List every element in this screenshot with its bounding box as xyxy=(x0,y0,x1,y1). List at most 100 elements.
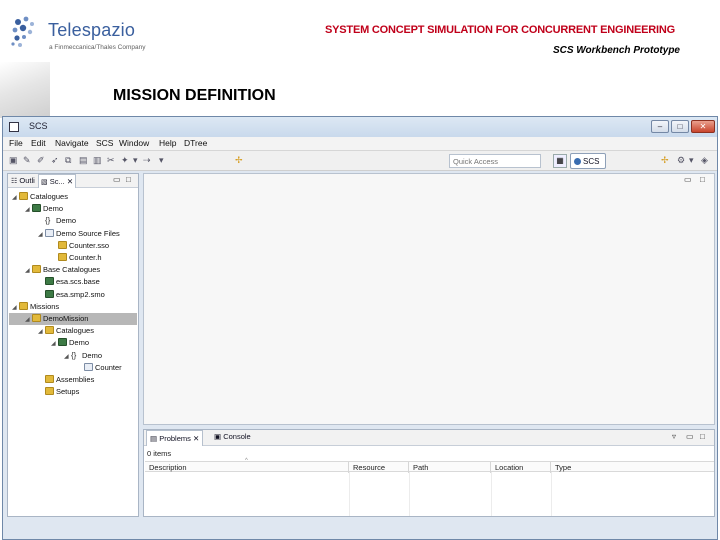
tree-toggle-icon[interactable]: ◢ xyxy=(12,302,19,314)
run-icon[interactable]: ➶ xyxy=(51,155,59,166)
tab-console[interactable]: ▣ Console xyxy=(214,432,251,441)
save-icon[interactable]: ▣ xyxy=(9,155,18,166)
panel-minimize-icon[interactable]: ▭ xyxy=(686,432,694,441)
delete-icon[interactable]: ▥ xyxy=(93,155,102,166)
file-icon xyxy=(45,228,54,237)
problems-icon: ▤ xyxy=(150,434,158,443)
menu-edit[interactable]: Edit xyxy=(31,138,46,148)
outline-icon: ☷ xyxy=(11,178,18,185)
section-title: MISSION DEFINITION xyxy=(113,87,276,104)
tree-item-label: Counter.sso xyxy=(69,240,110,250)
menu-scs[interactable]: SCS xyxy=(96,138,113,148)
tree-item[interactable]: ◢ Demo xyxy=(51,337,89,349)
tree-item-label: Demo xyxy=(69,338,90,348)
tree-item[interactable]: esa.smp2.smo xyxy=(38,289,105,301)
tree-item[interactable]: ◢ Catalogues xyxy=(38,325,94,337)
tree-item-label: Counter xyxy=(95,362,122,372)
status-bar xyxy=(3,519,717,539)
tree-item[interactable]: ◢ DemoMission xyxy=(9,313,137,325)
paste-icon[interactable]: ▤ xyxy=(79,155,88,166)
more-icon[interactable]: ◈ xyxy=(701,155,708,166)
tree-item[interactable]: ◢ Missions xyxy=(12,301,59,313)
quick-access-input[interactable] xyxy=(449,154,541,168)
tree-toggle-icon[interactable]: ◢ xyxy=(64,351,71,363)
tree-item-label: Counter.h xyxy=(69,253,102,262)
logo-name: Telespazio xyxy=(48,20,136,40)
column-resource[interactable]: Resource xyxy=(349,462,409,473)
column-path[interactable]: Path xyxy=(409,462,491,473)
history-dropdown-icon[interactable]: ▾ xyxy=(159,155,164,166)
tab-problems[interactable]: ▤ Problems ✕ xyxy=(146,430,204,446)
tree-item[interactable]: ◢ Demo xyxy=(25,203,63,215)
tree-item[interactable]: ◢ Demo Source Files xyxy=(38,228,120,240)
window-titlebar[interactable]: SCS – □ ✕ xyxy=(3,117,717,137)
edit-icon[interactable]: ✐ xyxy=(37,155,45,166)
tree-toggle-icon[interactable]: ◢ xyxy=(25,204,32,216)
folder-icon xyxy=(32,265,41,274)
tree-item-label: Assemblies xyxy=(56,375,95,384)
tree-panel: ☷ Outli ▧ Sc... ✕ ▭ □ ◢ Catalogues ◢ Demo {}… xyxy=(7,173,139,517)
tree-item[interactable]: Assemblies xyxy=(38,374,94,386)
editor-minimize-icon[interactable]: ▭ xyxy=(684,175,692,184)
build-icon[interactable]: ✂ xyxy=(107,155,115,166)
column-type[interactable]: Type xyxy=(551,462,611,473)
close-button[interactable]: ✕ xyxy=(691,120,715,133)
tree-item[interactable]: Counter.sso xyxy=(51,240,109,252)
editor-maximize-icon[interactable]: □ xyxy=(700,175,705,184)
minimize-view-icon[interactable]: ▭ xyxy=(113,175,121,184)
pin-icon[interactable]: ✢ xyxy=(235,155,243,166)
perspective-scs-button[interactable]: SCS xyxy=(570,153,606,169)
console-icon: ▣ xyxy=(214,432,222,441)
tree-item[interactable]: ◢ Catalogues xyxy=(12,191,68,203)
tree-item[interactable]: esa.scs.base xyxy=(38,276,100,288)
tree-item-label: esa.scs.base xyxy=(56,277,100,287)
folder-icon xyxy=(19,301,28,310)
slide-subtitle: SCS Workbench Prototype xyxy=(552,45,680,56)
new-icon[interactable]: ✎ xyxy=(23,155,31,166)
editor-area: ▭ □ xyxy=(143,173,715,425)
back-icon[interactable]: ⇢ xyxy=(143,155,151,166)
copy-icon[interactable]: ⧉ xyxy=(65,155,71,166)
folder-icon xyxy=(45,375,54,383)
dropdown-icon[interactable]: ▾ xyxy=(133,155,138,166)
tree-item[interactable]: Counter.h xyxy=(51,252,102,264)
tree-item-label: Demo xyxy=(82,350,103,360)
forward-icon[interactable]: ✦ xyxy=(121,155,129,166)
problems-panel: ▤ Problems ✕ ▣ Console ▿ ▭ □ 0 items Des… xyxy=(143,429,715,517)
maximize-view-icon[interactable]: □ xyxy=(126,175,131,184)
sort-ascending-icon: ^ xyxy=(245,458,248,464)
tree-item[interactable]: ◢{} Demo xyxy=(64,350,102,362)
settings-dropdown-icon[interactable]: ▾ xyxy=(689,155,694,166)
tab-scs[interactable]: ▧ Sc... ✕ xyxy=(38,174,77,188)
tree-item[interactable]: {} Demo xyxy=(38,215,76,227)
maximize-button[interactable]: □ xyxy=(671,120,689,133)
problems-table-header: Description ^ Resource Path Location Typ… xyxy=(145,458,714,473)
menu-dtree[interactable]: DTree xyxy=(184,138,207,148)
tree-item[interactable]: Setups xyxy=(38,386,79,398)
menu-window[interactable]: Window xyxy=(119,138,149,148)
items-count: 0 items xyxy=(147,449,172,458)
view-menu-icon[interactable]: ▿ xyxy=(672,432,676,441)
db-icon xyxy=(45,289,54,298)
open-perspective-icon[interactable]: ▦ xyxy=(553,154,567,168)
column-location[interactable]: Location xyxy=(491,462,551,473)
tab-outline[interactable]: ☷ Outli xyxy=(11,176,35,185)
tree-item[interactable]: Counter xyxy=(77,362,122,374)
tree-toggle-icon[interactable]: ◢ xyxy=(12,192,19,204)
tree-item-label: Catalogues xyxy=(56,326,94,336)
tree-toggle-icon[interactable]: ◢ xyxy=(38,326,45,338)
menu-navigate[interactable]: Navigate xyxy=(55,138,89,148)
tree-toggle-icon[interactable]: ◢ xyxy=(25,265,32,277)
tree-toggle-icon[interactable]: ◢ xyxy=(25,314,32,326)
db-icon xyxy=(32,204,41,213)
tools-icon[interactable]: ✢ xyxy=(661,155,669,166)
tree-toggle-icon[interactable]: ◢ xyxy=(51,338,58,350)
tree-item[interactable]: ◢ Base Catalogues xyxy=(25,264,100,276)
settings-icon[interactable]: ⚙ xyxy=(677,155,685,166)
minimize-button[interactable]: – xyxy=(651,120,669,133)
menu-help[interactable]: Help xyxy=(159,138,176,148)
tree-toggle-icon[interactable]: ◢ xyxy=(38,229,45,241)
menu-file[interactable]: File xyxy=(9,138,23,148)
panel-maximize-icon[interactable]: □ xyxy=(700,432,705,441)
tree-item-label: esa.smp2.smo xyxy=(56,289,105,299)
